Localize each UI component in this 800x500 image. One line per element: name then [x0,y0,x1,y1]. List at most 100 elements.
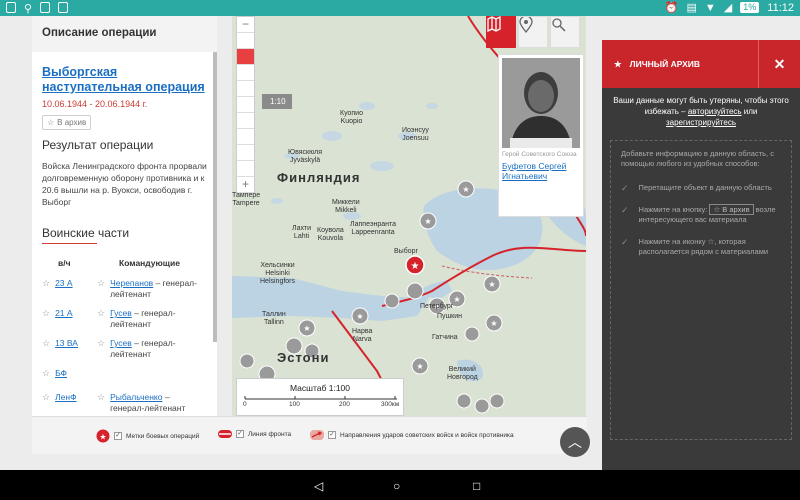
zoom-level-step[interactable] [237,33,254,49]
commander-link[interactable]: Рыбальченко [110,392,162,402]
inline-archive-button: ☆ В архив [709,204,754,215]
zoom-level-step[interactable] [237,161,254,177]
favorite-star-icon[interactable]: ☆ [42,308,50,330]
star-icon: ☆ [713,205,721,214]
map-label: Лахти Lahti [292,225,312,240]
archive-warning: Ваши данные могут быть утеряны, чтобы эт… [602,88,800,128]
operations-checkbox[interactable]: ✓ [114,432,122,440]
favorite-star-icon[interactable]: ☆ [42,368,50,384]
status-bar: ⚲ ⏰ ▤ ▼ ◢ 1% 11:12 [0,0,800,16]
favorite-star-icon[interactable]: ☆ [97,278,105,300]
front-line-checkbox[interactable]: ✓ [236,430,244,438]
favorite-star-icon[interactable]: ☆ [97,338,105,360]
map-icon [487,16,501,32]
commander-link[interactable]: Черепанов [110,278,153,288]
map-label: Гатчина [432,334,458,341]
map-legend: ★ ✓ Метки боевых операций ✓ Линия фронта… [32,416,590,457]
col-unit-header: в/ч [58,258,71,268]
search-location-button[interactable] [550,16,580,48]
front-line-icon [218,430,232,438]
scale-tick: 100 [289,401,300,408]
unit-link[interactable]: 21 А [55,308,73,330]
operation-title-link[interactable]: Выборгская наступательная операция [42,65,207,95]
panel-scrollbar[interactable] [213,52,217,342]
home-icon[interactable]: ○ [393,479,400,493]
svg-text:★: ★ [453,295,460,304]
map-label: Коувола Kouvola [317,227,344,242]
svg-text:★: ★ [416,362,423,371]
scroll-up-button[interactable]: ︿ [560,427,590,457]
svg-text:★: ★ [488,280,495,289]
warning-or: или [743,107,758,116]
zoom-level-selected[interactable] [237,49,254,65]
unit-link[interactable]: ЛенФ [55,392,76,414]
operation-panel: Описание операции Выборгская наступатель… [32,16,217,416]
map-view[interactable]: ★ ★ ★ ★ ★ ★ ★ ★ ★ ★ − + 1:10 Куопио Kuop… [232,16,586,416]
close-icon[interactable]: ✕ [758,40,800,88]
map-label: Петербург [420,303,454,310]
archive-title: ЛИЧНЫЙ АРХИВ [629,59,701,69]
svg-text:★: ★ [490,319,497,328]
zoom-level-step[interactable] [237,65,254,81]
heading-underline [42,243,97,244]
commander-link[interactable]: Гусев [110,308,132,318]
hero-name-link[interactable]: Буфетов Сергей Игнатьевич [502,161,580,181]
add-to-archive-button[interactable]: ☆ В архив [42,115,92,130]
back-icon[interactable]: ◁ [314,479,323,493]
unit-link[interactable]: БФ [55,368,67,384]
favorite-star-icon[interactable]: ☆ [97,308,105,330]
units-table: в/ч Командующие ☆ 23 А ☆ Черепанов – генера… [42,258,202,416]
map-zoom-control[interactable]: − + [236,16,255,194]
svg-text:★: ★ [356,312,363,321]
result-heading: Результат операции [42,138,154,152]
strikes-checkbox[interactable]: ✓ [328,431,336,439]
table-row: ☆ ЛенФ ☆ Рыбальченко – генерал-лейтенант [42,388,202,416]
zoom-level-step[interactable] [237,129,254,145]
archive-step: ✓ Нажмите на иконку ☆, которая располага… [621,237,781,257]
legend-operations[interactable]: ★ ✓ Метки боевых операций [96,429,199,443]
hero-card[interactable]: Герой Советского Союза Буфетов Сергей Иг… [498,54,584,217]
zoom-level-step[interactable] [237,113,254,129]
archive-step: ✓ Перетащите объект в данную область [621,183,781,193]
hero-photo[interactable] [502,58,580,148]
legend-strikes[interactable]: ✓ Направления ударов советских войск и в… [310,429,514,441]
unit-link[interactable]: 13 ВА [55,338,78,360]
scale-tick: 300км [381,401,400,408]
favorite-star-icon[interactable]: ☆ [42,278,50,300]
country-label-estonia: Эстони [277,350,330,365]
legend-front-line[interactable]: ✓ Линия фронта [218,429,291,439]
zoom-level-step[interactable] [237,145,254,161]
operation-marker-icon: ★ [96,429,110,443]
country-label-finland: Финляндия [277,170,361,185]
commander-link[interactable]: Гусев [110,338,132,348]
step-text: Нажмите на кнопку: [638,205,708,214]
map-layer-button[interactable] [486,16,516,48]
table-row: ☆ 21 А ☆ Гусев – генерал-лейтенант [42,304,202,334]
map-label: Лаппеэнранта Lappeenranta [350,221,397,236]
map-label: Выборг [394,248,419,255]
favorite-star-icon[interactable]: ☆ [97,392,105,414]
star-icon: ★ [614,58,622,69]
map-label: Миккели Mikkeli [332,199,360,214]
archive-drop-zone[interactable]: Добавьте информацию в данную область, с … [610,140,792,440]
unit-link[interactable]: 23 А [55,278,73,300]
zoom-level-step[interactable] [237,97,254,113]
zoom-out-button[interactable]: − [237,17,254,33]
recents-icon[interactable]: □ [473,479,480,493]
star-icon: ☆ [47,118,55,127]
favorite-star-icon[interactable]: ☆ [42,338,50,360]
scale-title: Масштаб 1:100 [290,383,350,393]
register-link[interactable]: зарегистрируйтесь [666,118,736,127]
table-row: ☆ 13 ВА ☆ Гусев – генерал-лейтенант [42,334,202,364]
map-label: Иоэнсуу Joensuu [402,127,429,142]
zoom-level-step[interactable] [237,81,254,97]
location-pin-button[interactable] [518,16,548,48]
login-link[interactable]: авторизуйтесь [688,107,742,116]
zoom-in-button[interactable]: + [237,177,254,193]
favorite-star-icon[interactable]: ☆ [42,392,50,414]
navigation-bar: ◁ ○ □ [0,470,800,500]
map-label: Таллин Tallinn [262,311,286,326]
scale-tick: 200 [339,401,350,408]
folder-icon [6,2,16,13]
search-icon: ⚲ [24,3,33,15]
